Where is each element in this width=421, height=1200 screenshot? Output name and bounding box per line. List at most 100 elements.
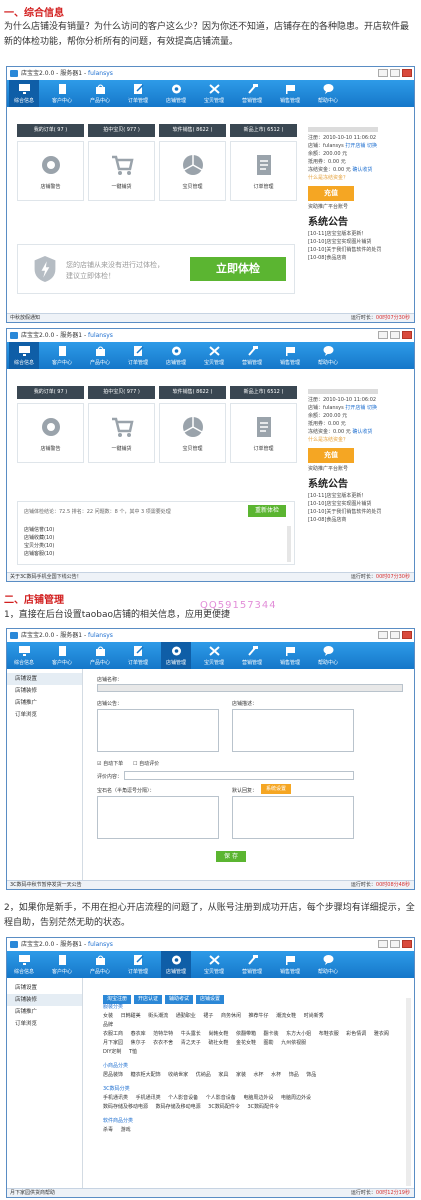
sidebar-item-orders[interactable]: 订单浏览 [7,1018,82,1030]
stat-orders[interactable]: 我的订单( 97 ) [17,124,84,137]
notice-item[interactable]: [10-10]关于我们销售软件的处罚 [308,508,408,516]
tab-marketing[interactable]: 营销管理 [237,80,267,107]
tile-item-mgmt[interactable]: 宝贝管理 [159,403,226,463]
stat-software[interactable]: 软件销售( 8622 ) [159,386,226,399]
tab-items[interactable]: 宝贝管理 [199,342,229,369]
tab-marketing[interactable]: 营销管理 [237,642,267,669]
tab-store[interactable]: 店铺管理 [161,342,191,369]
reply-textarea[interactable] [232,796,354,839]
tab-marketing[interactable]: 营销管理 [237,342,267,369]
notice-item[interactable]: [10-11]店宝宝版本更新！ [308,230,408,238]
switch-link[interactable]: 切换 [367,405,377,411]
keyword-textarea[interactable] [97,796,219,839]
category-row[interactable]: 月下家园 焦尔子 衣衣不舍 青之天子 硫社女鞋 金花女鞋 图勒 九州依视服 [103,1039,403,1048]
category-row[interactable]: 衣服工商 春衣库 范特华特 牛头露长 尚韩女鞋 依翻带箱 翻卡装 东方大小姐 布… [103,1030,403,1039]
recheck-button[interactable]: 重新体检 [248,505,286,517]
tab-customers[interactable]: 客户中心 [47,80,77,107]
tab-sales[interactable]: 销售管理 [275,951,305,978]
tile-store-alert[interactable]: 店铺警告 [17,141,84,201]
tab-orders[interactable]: 订单管理 [123,80,153,107]
tab-products[interactable]: 产品中心 [85,342,115,369]
recharge-button[interactable]: 充值 [308,448,354,463]
notice-item[interactable]: [10-11]店宝宝版本更新！ [308,492,408,500]
stat-software[interactable]: 软件销售( 8622 ) [159,124,226,137]
auto-rate-checkbox[interactable]: ☐ 自动评价 [133,760,159,767]
maximize-button[interactable] [390,631,400,639]
sidebar-item-store-settings[interactable]: 店铺设置 [7,982,82,994]
auto-ship-checkbox[interactable]: ☑ 自动下单 [97,760,123,767]
open-store-link[interactable]: 打开店铺 [345,405,365,411]
maximize-button[interactable] [390,331,400,339]
category-row[interactable]: 杀毒 游戏 [103,1126,403,1135]
frozen-help-link[interactable]: 什么是冻结资金？ [308,174,408,182]
tab-overview[interactable]: 综合信息 [9,951,39,978]
scrollbar[interactable] [406,998,411,1186]
tile-one-click[interactable]: 一键铺货 [88,141,155,201]
tab-products[interactable]: 产品中心 [85,80,115,107]
system-settings-button[interactable]: 系统设置 [261,784,291,794]
stat-new[interactable]: 新品上市( 6512 ) [230,124,297,137]
tab-orders[interactable]: 订单管理 [123,951,153,978]
tile-item-mgmt[interactable]: 宝贝管理 [159,141,226,201]
sidebar-item-promo[interactable]: 店铺推广 [7,697,82,709]
check-now-button[interactable]: 立即体检 [190,257,286,281]
category-row[interactable]: 手机通讯类 手机通讯类 个人影音设备 个人影音设备 电脑周边外设 电脑周边外设 [103,1094,403,1103]
tab-store[interactable]: 店铺管理 [161,642,191,669]
store-intro-textarea[interactable] [232,709,354,752]
maximize-button[interactable] [390,940,400,948]
tab-overview[interactable]: 综合信息 [9,80,39,107]
stat-new[interactable]: 新品上市( 6512 ) [230,386,297,399]
close-button[interactable] [402,69,412,77]
close-button[interactable] [402,331,412,339]
tab-store[interactable]: 店铺管理 [161,951,191,978]
sidebar-item-decor[interactable]: 店铺装修 [7,685,82,697]
tab-sales[interactable]: 销售管理 [275,642,305,669]
store-notice-textarea[interactable] [97,709,219,752]
tile-order-mgmt[interactable]: 订单管理 [230,141,297,201]
open-store-link[interactable]: 打开店铺 [345,143,365,149]
tab-customers[interactable]: 客户中心 [47,951,77,978]
minimize-button[interactable] [378,631,388,639]
tab-customers[interactable]: 客户中心 [47,642,77,669]
tab-orders[interactable]: 订单管理 [123,642,153,669]
switch-link[interactable]: 切换 [367,143,377,149]
category-row[interactable]: DIY定制 T恤 [103,1048,403,1057]
sidebar-item-promo[interactable]: 店铺推广 [7,1006,82,1018]
tile-one-click[interactable]: 一键铺货 [88,403,155,463]
tab-items[interactable]: 宝贝管理 [199,80,229,107]
tab-customers[interactable]: 客户中心 [47,342,77,369]
minimize-button[interactable] [378,69,388,77]
category-row[interactable]: 女装 日韩甜美 街头潮流 通勤职业 裙子 商务休闲 推荐牛仔 潮流女鞋 时尚新秀 [103,1012,403,1021]
tile-order-mgmt[interactable]: 订单管理 [230,403,297,463]
tab-help[interactable]: 帮助中心 [313,951,343,978]
tab-help[interactable]: 帮助中心 [313,642,343,669]
save-button[interactable]: 保 存 [216,851,246,862]
maximize-button[interactable] [390,69,400,77]
notice-item[interactable]: [10-10]店宝宝实现图片铺货 [308,500,408,508]
stat-items[interactable]: 拍中宝贝( 977 ) [88,124,155,137]
tab-help[interactable]: 帮助中心 [313,342,343,369]
stat-orders[interactable]: 我的订单( 97 ) [17,386,84,399]
scrollbar[interactable] [287,526,291,562]
recharge-button[interactable]: 充值 [308,186,354,201]
confirm-receipt-link[interactable]: 确认收货 [352,167,372,173]
tab-store[interactable]: 店铺管理 [161,80,191,107]
minimize-button[interactable] [378,331,388,339]
category-row[interactable]: 居品装饰 糖衣柜大配饰 收纳世家 优纳品 家具 家装 水杯 水杯 饰品 饰品 [103,1071,403,1080]
tab-sales[interactable]: 销售管理 [275,342,305,369]
notice-item[interactable]: [10-08]食品店商 [308,516,408,524]
tab-products[interactable]: 产品中心 [85,642,115,669]
tab-products[interactable]: 产品中心 [85,951,115,978]
sidebar-item-orders[interactable]: 订单浏览 [7,709,82,721]
sidebar-item-decor[interactable]: 店铺装修 [7,994,82,1006]
notice-item[interactable]: [10-10]关于我们销售软件的处罚 [308,246,408,254]
confirm-receipt-link[interactable]: 确认收货 [352,429,372,435]
category-row[interactable]: 数码存储及移动电源 数码存储及移动电源 3C数码配件令 3C数码配件令 [103,1103,403,1112]
minimize-button[interactable] [378,940,388,948]
tab-items[interactable]: 宝贝管理 [199,951,229,978]
tile-store-alert[interactable]: 店铺警告 [17,403,84,463]
frozen-help-link[interactable]: 什么是冻结资金？ [308,436,408,444]
close-button[interactable] [402,631,412,639]
comment-input[interactable] [124,771,354,780]
tab-help[interactable]: 帮助中心 [313,80,343,107]
